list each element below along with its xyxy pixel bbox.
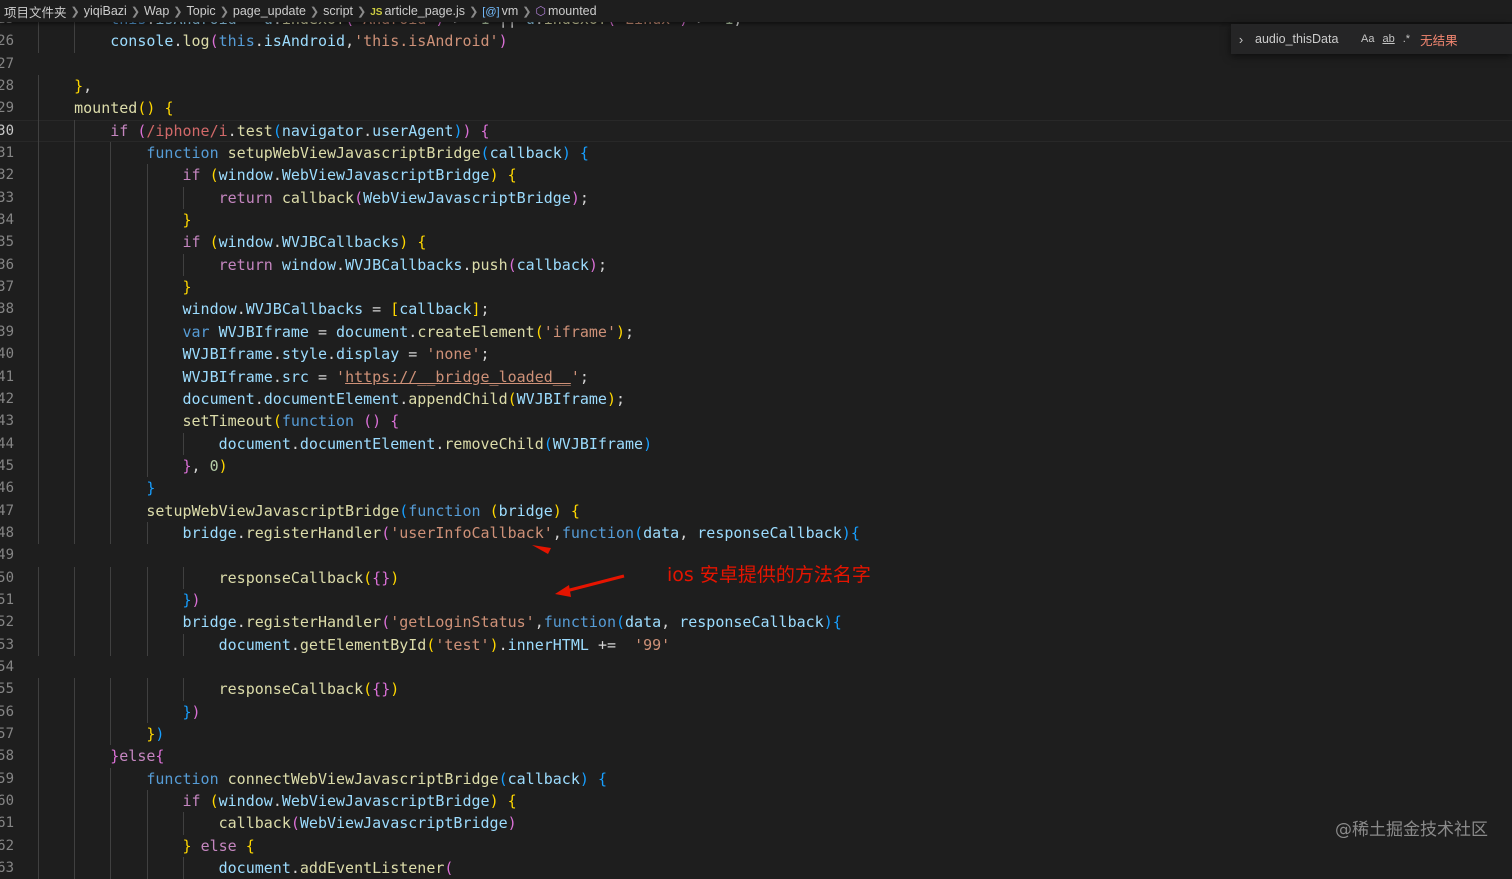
annotation-arrow-line — [565, 574, 625, 593]
annotation-arrow-head — [532, 545, 551, 554]
annotation-label: ios 安卓提供的方法名字 — [667, 564, 871, 586]
annotation-arrow-head — [555, 585, 571, 597]
annotation-arrows — [532, 545, 625, 597]
watermark: @稀土掘金技术社区 — [1335, 820, 1488, 840]
